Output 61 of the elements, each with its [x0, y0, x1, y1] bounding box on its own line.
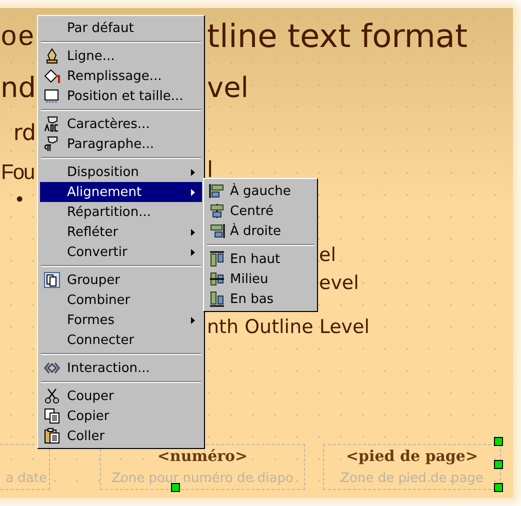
- paint-bucket-icon: [44, 68, 60, 84]
- menu-item[interactable]: Paragraphe...: [40, 134, 202, 154]
- align-middle-icon: [209, 271, 225, 287]
- placeholder-hint-text: a date: [4, 471, 48, 486]
- footer-field-text: <pied de page>: [344, 447, 480, 465]
- frame-icon: [44, 88, 60, 104]
- selection-handle[interactable]: [494, 483, 503, 492]
- menu-item[interactable]: Connecter: [40, 330, 202, 350]
- menu-item[interactable]: Couper: [40, 386, 202, 406]
- menu-item[interactable]: Grouper: [40, 270, 202, 290]
- selection-handle[interactable]: [171, 483, 180, 492]
- outline-text: el: [319, 246, 336, 265]
- outline-text: Fou: [1, 162, 34, 183]
- menu-item[interactable]: Combiner: [40, 290, 202, 310]
- scissors-icon: [44, 388, 60, 404]
- menu-item[interactable]: Position et taille...: [40, 86, 202, 106]
- placeholder-hint-text: Zone pour numéro de diapo: [110, 471, 294, 486]
- placeholder-hint-text: Zone de pied de page: [340, 471, 484, 486]
- outline-text: rd: [13, 123, 36, 145]
- menu-item[interactable]: Coller: [40, 426, 202, 446]
- title-text: o e: [1, 22, 31, 50]
- menu-item[interactable]: Caractères...: [40, 114, 202, 134]
- menu-item[interactable]: Alignement: [40, 182, 202, 202]
- menu-item[interactable]: Milieu: [206, 269, 315, 289]
- pen-icon: [44, 48, 60, 64]
- bullet-text: •: [14, 191, 26, 210]
- group-icon: [44, 272, 60, 288]
- menu-item[interactable]: À gauche: [206, 181, 315, 201]
- font-icon: [44, 116, 60, 132]
- menu-item[interactable]: À droite: [206, 221, 315, 241]
- outline-text: vel: [207, 74, 249, 102]
- menu-item[interactable]: En haut: [206, 249, 315, 269]
- outline-text: nth Outline Level: [207, 318, 370, 337]
- selection-handle[interactable]: [494, 460, 503, 469]
- menu-item[interactable]: Disposition: [40, 162, 202, 182]
- clipboard-icon: [44, 428, 60, 444]
- selection-handle[interactable]: [494, 437, 503, 446]
- menu-item[interactable]: Répartition...: [40, 202, 202, 222]
- title-text: tline text format: [207, 20, 468, 52]
- outline-text: l: [207, 160, 214, 182]
- outline-text: nd: [0, 74, 36, 102]
- copy-icon: [44, 408, 60, 424]
- menu-item[interactable]: Ligne...: [40, 46, 202, 66]
- menu-item[interactable]: Centré: [206, 201, 315, 221]
- footer-field-text: <numéro>: [156, 447, 249, 465]
- menu-item[interactable]: Par défaut: [40, 18, 202, 38]
- menu-item[interactable]: Convertir: [40, 242, 202, 262]
- outline-text: evel: [319, 274, 359, 293]
- menu-item[interactable]: Copier: [40, 406, 202, 426]
- menu-item[interactable]: Formes: [40, 310, 202, 330]
- paragraph-icon: [44, 136, 60, 152]
- menu-item[interactable]: En bas: [206, 289, 315, 309]
- align-left-icon: [209, 183, 225, 199]
- menu-item[interactable]: Remplissage...: [40, 66, 202, 86]
- menu-item[interactable]: Interaction...: [40, 358, 202, 378]
- align-center-icon: [209, 203, 225, 219]
- interaction-icon: [44, 360, 60, 376]
- align-top-icon: [209, 251, 225, 267]
- menu-item[interactable]: Refléter: [40, 222, 202, 242]
- align-right-icon: [209, 223, 225, 239]
- align-bottom-icon: [209, 291, 225, 307]
